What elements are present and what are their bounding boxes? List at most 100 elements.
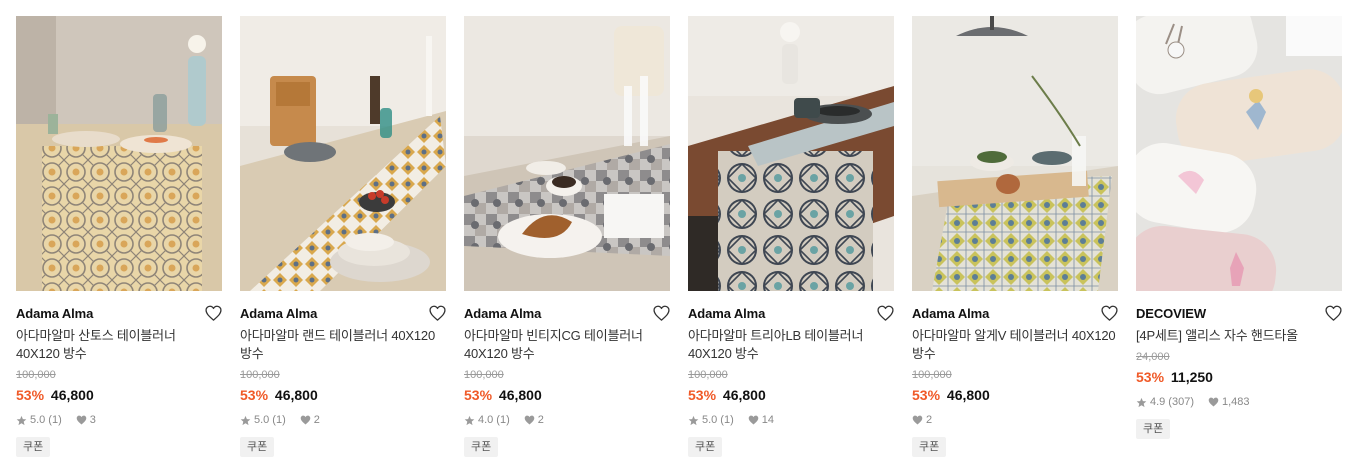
discount-rate: 53%	[240, 387, 269, 403]
price-row: 53% 46,800	[688, 386, 894, 404]
coupon-badge: 쿠폰	[1136, 419, 1171, 439]
review-meta: 5.0 (1) 3	[16, 413, 222, 427]
heart-count-icon	[300, 415, 311, 425]
sale-price: 46,800	[722, 387, 766, 403]
review-meta: 4.0 (1) 2	[464, 413, 670, 427]
rating-value: 5.0	[702, 414, 718, 426]
wishlist-heart-icon[interactable]	[1324, 304, 1342, 322]
product-title[interactable]: 아다마알마 알게V 테이블러너 40X120 방수	[912, 327, 1118, 363]
brand-name[interactable]: Adama Alma	[464, 306, 541, 321]
wishlist-heart-icon[interactable]	[652, 304, 670, 322]
brand-name[interactable]: Adama Alma	[16, 306, 93, 321]
coupon-badge: 쿠폰	[240, 437, 275, 457]
brand-name[interactable]: Adama Alma	[240, 306, 317, 321]
price-row: 53% 46,800	[16, 386, 222, 404]
sale-price: 46,800	[274, 387, 318, 403]
original-price: 100,000	[688, 369, 728, 381]
rating-value: 5.0	[254, 414, 270, 426]
price-row: 53% 46,800	[912, 386, 1118, 404]
product-image[interactable]	[240, 16, 446, 291]
review-meta: 5.0 (1) 14	[688, 413, 894, 427]
review-count: (1)	[48, 414, 62, 426]
product-card[interactable]: DECOVIEW [4P세트] 앨리스 자수 핸드타올 24,000 53% 1…	[1136, 16, 1342, 457]
rating-value: 4.9	[1150, 396, 1166, 408]
product-card[interactable]: Adama Alma 아다마알마 랜드 테이블러너 40X120 방수 100,…	[240, 16, 446, 457]
product-image[interactable]	[464, 16, 670, 291]
discount-rate: 53%	[464, 387, 493, 403]
product-image[interactable]	[912, 16, 1118, 291]
discount-rate: 53%	[688, 387, 717, 403]
star-icon	[688, 415, 699, 425]
price-row: 53% 46,800	[240, 386, 446, 404]
product-image[interactable]	[688, 16, 894, 291]
discount-rate: 53%	[1136, 369, 1165, 385]
coupon-badge: 쿠폰	[464, 437, 499, 457]
original-price: 100,000	[912, 369, 952, 381]
product-card[interactable]: Adama Alma 아다마알마 알게V 테이블러너 40X120 방수 100…	[912, 16, 1118, 457]
product-title[interactable]: 아다마알마 트리아LB 테이블러너 40X120 방수	[688, 327, 894, 363]
wishlist-heart-icon[interactable]	[204, 304, 222, 322]
like-count: 14	[761, 414, 774, 426]
product-title[interactable]: [4P세트] 앨리스 자수 핸드타올	[1136, 327, 1342, 345]
product-image[interactable]	[1136, 16, 1342, 291]
star-icon	[240, 415, 251, 425]
brand-name[interactable]: DECOVIEW	[1136, 306, 1206, 321]
rating-value: 4.0	[478, 414, 494, 426]
sale-price: 11,250	[1170, 369, 1213, 385]
heart-count-icon	[748, 415, 759, 425]
coupon-badge: 쿠폰	[688, 437, 723, 457]
like-count: 2	[313, 414, 320, 426]
table-runner-photo	[464, 16, 670, 291]
wishlist-heart-icon[interactable]	[428, 304, 446, 322]
table-runner-photo	[912, 16, 1118, 291]
original-price: 100,000	[464, 369, 504, 381]
like-count: 2	[926, 414, 933, 426]
product-title[interactable]: 아다마알마 빈티지CG 테이블러너 40X120 방수	[464, 327, 670, 363]
like-count: 2	[537, 414, 544, 426]
price-row: 53% 11,250	[1136, 368, 1342, 386]
original-price: 24,000	[1136, 351, 1170, 363]
discount-rate: 53%	[912, 387, 941, 403]
product-card[interactable]: Adama Alma 아다마알마 산토스 테이블러너 40X120 방수 100…	[16, 16, 222, 457]
like-count: 3	[89, 414, 96, 426]
product-title[interactable]: 아다마알마 산토스 테이블러너 40X120 방수	[16, 327, 222, 363]
brand-name[interactable]: Adama Alma	[912, 306, 989, 321]
product-title[interactable]: 아다마알마 랜드 테이블러너 40X120 방수	[240, 327, 446, 363]
sale-price: 46,800	[498, 387, 542, 403]
discount-rate: 53%	[16, 387, 45, 403]
table-runner-photo	[240, 16, 446, 291]
star-icon	[1136, 397, 1147, 407]
sale-price: 46,800	[946, 387, 990, 403]
review-count: (1)	[272, 414, 286, 426]
product-image[interactable]	[16, 16, 222, 291]
original-price: 100,000	[240, 369, 280, 381]
heart-count-icon	[912, 415, 923, 425]
product-card[interactable]: Adama Alma 아다마알마 빈티지CG 테이블러너 40X120 방수 1…	[464, 16, 670, 457]
product-card[interactable]: Adama Alma 아다마알마 트리아LB 테이블러너 40X120 방수 1…	[688, 16, 894, 457]
review-meta: 5.0 (1) 2	[240, 413, 446, 427]
price-row: 53% 46,800	[464, 386, 670, 404]
wishlist-heart-icon[interactable]	[1100, 304, 1118, 322]
star-icon	[16, 415, 27, 425]
heart-count-icon	[1208, 397, 1219, 407]
table-runner-photo	[688, 16, 894, 291]
sale-price: 46,800	[50, 387, 94, 403]
review-count: (1)	[496, 414, 510, 426]
rating-value: 5.0	[30, 414, 46, 426]
brand-name[interactable]: Adama Alma	[688, 306, 765, 321]
star-icon	[464, 415, 475, 425]
original-price: 100,000	[16, 369, 56, 381]
wishlist-heart-icon[interactable]	[876, 304, 894, 322]
hand-towel-photo	[1136, 16, 1342, 291]
coupon-badge: 쿠폰	[16, 437, 51, 457]
heart-count-icon	[76, 415, 87, 425]
review-meta: 4.9 (307) 1,483	[1136, 395, 1342, 409]
table-runner-photo	[16, 16, 222, 291]
heart-count-icon	[524, 415, 535, 425]
review-count: (1)	[720, 414, 734, 426]
review-count: (307)	[1168, 396, 1194, 408]
product-grid: Adama Alma 아다마알마 산토스 테이블러너 40X120 방수 100…	[16, 16, 1342, 457]
coupon-badge: 쿠폰	[912, 437, 947, 457]
like-count: 1,483	[1221, 396, 1250, 408]
review-meta: 2	[912, 413, 1118, 427]
